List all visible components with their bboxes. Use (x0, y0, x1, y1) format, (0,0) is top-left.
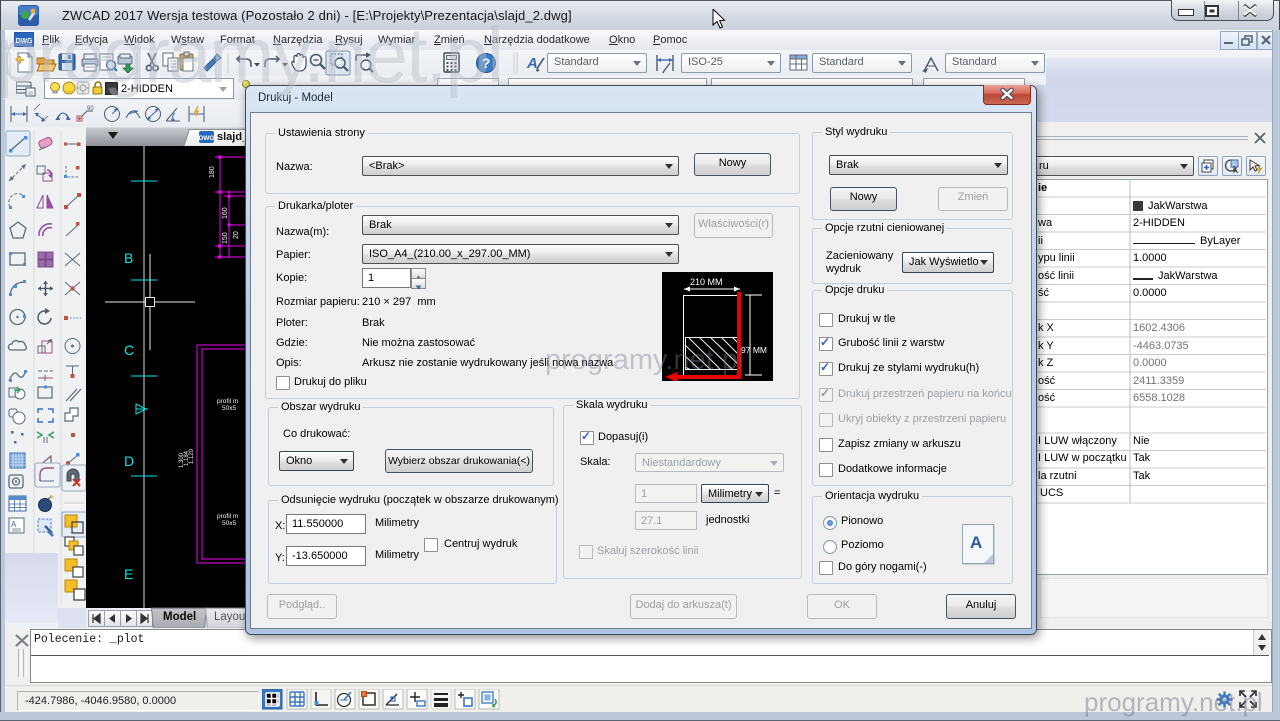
svg-text:50x5: 50x5 (222, 405, 236, 412)
svg-text:C: C (124, 342, 134, 358)
svg-text:20: 20 (233, 231, 240, 239)
svg-text:A: A (526, 55, 538, 72)
svg-text:150: 150 (222, 232, 229, 244)
svg-text:profil m: profil m (217, 513, 238, 520)
svg-text:B: B (124, 250, 133, 266)
svg-text:210 MM: 210 MM (690, 277, 723, 287)
svg-text:90: 90 (87, 106, 94, 112)
svg-text:160: 160 (222, 207, 229, 219)
svg-text:profil m: profil m (217, 398, 238, 405)
svg-text:DWG: DWG (199, 135, 214, 142)
svg-text:97 MM: 97 MM (741, 345, 767, 355)
svg-text:E: E (124, 566, 133, 582)
svg-text:50x5: 50x5 (222, 520, 236, 527)
svg-text:180: 180 (209, 166, 216, 178)
svg-text:D: D (124, 453, 134, 469)
svg-text:A: A (11, 520, 17, 529)
svg-text:1.120: 1.120 (189, 448, 195, 464)
